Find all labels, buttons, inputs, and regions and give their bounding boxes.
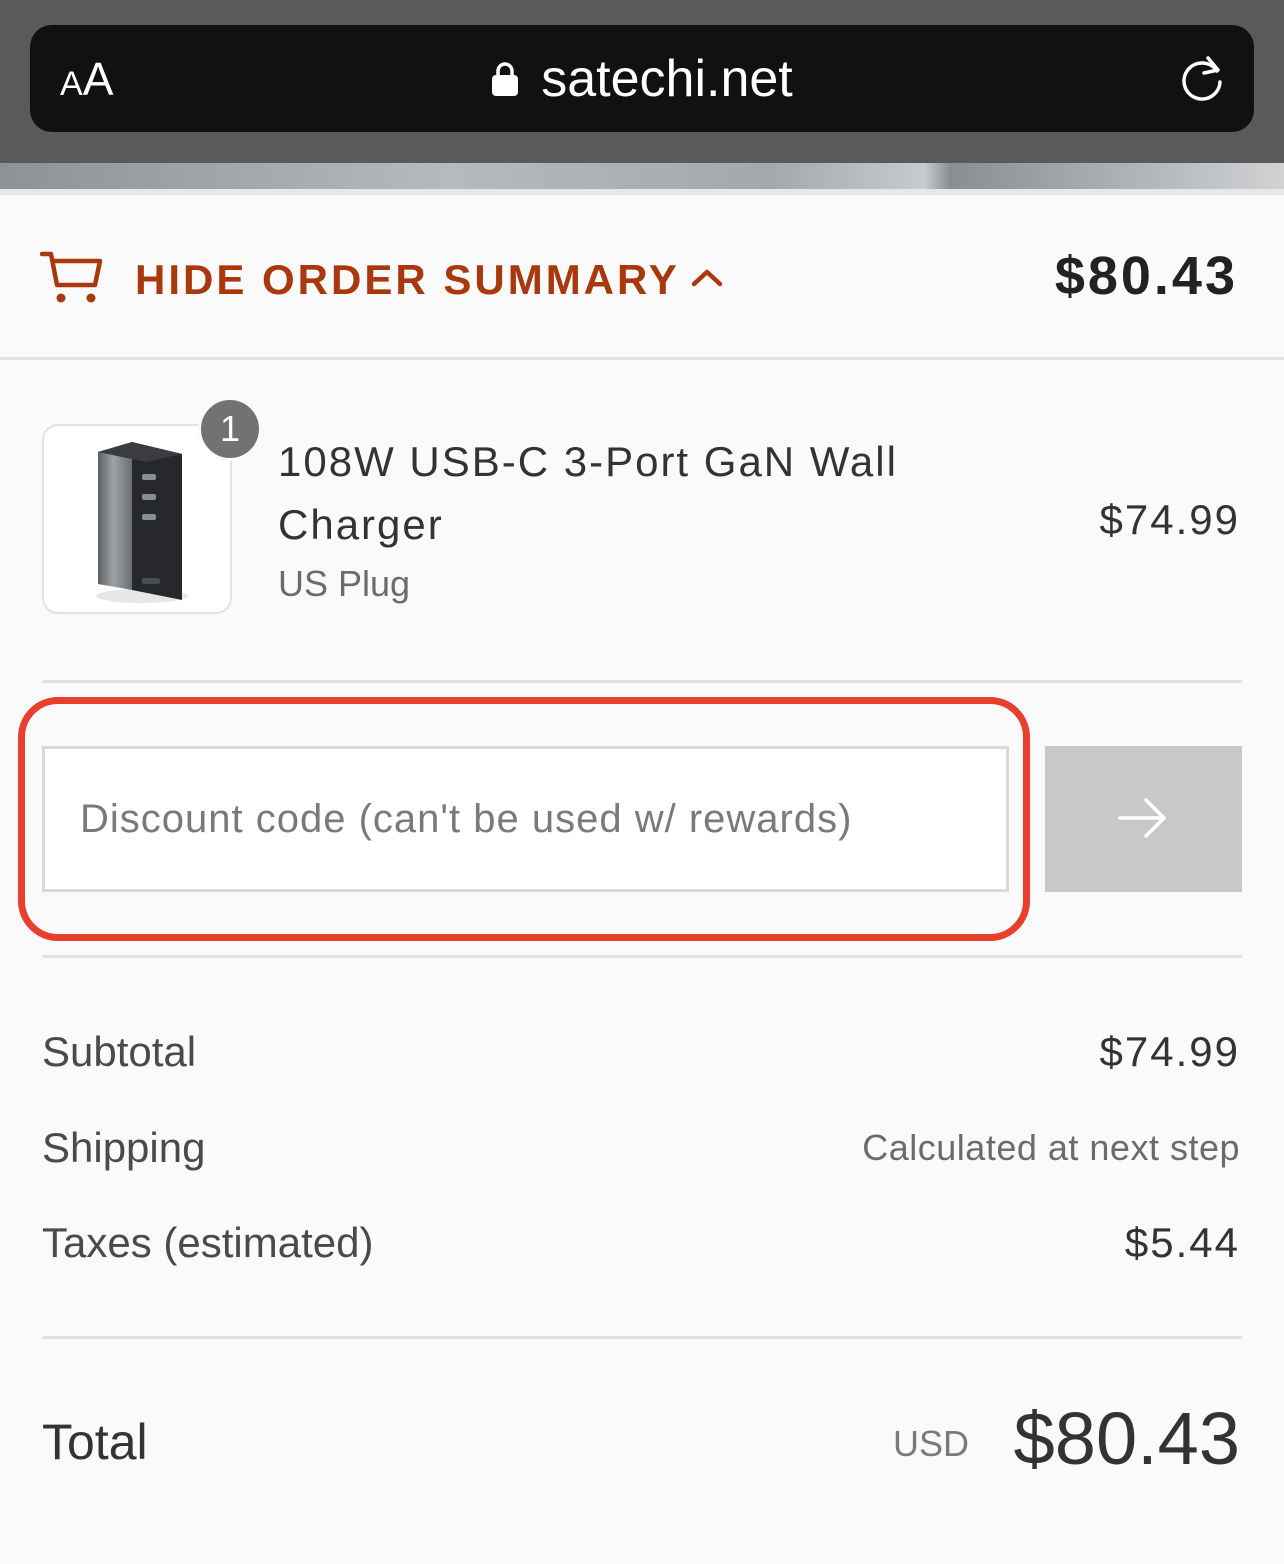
address-bar[interactable]: AA satechi.net (30, 25, 1254, 132)
subtotal-label: Subtotal (42, 1028, 197, 1075)
order-summary-toggle[interactable]: HIDE ORDER SUMMARY $80.43 (0, 195, 1284, 360)
product-price: $74.99 (1099, 496, 1240, 543)
taxes-value: $5.44 (1124, 1219, 1240, 1266)
total-amount: $80.43 (1013, 1397, 1240, 1480)
product-variant: US Plug (278, 563, 411, 604)
total-currency: USD (893, 1423, 970, 1464)
browser-toolbar: AA satechi.net (0, 0, 1284, 163)
order-summary-total: $80.43 (1054, 246, 1238, 306)
shipping-value: Calculated at next step (862, 1127, 1240, 1168)
reload-icon[interactable] (1176, 52, 1228, 104)
cart-icon (40, 251, 103, 303)
divider (42, 955, 1242, 958)
apply-discount-button[interactable] (1045, 746, 1242, 892)
url-text: satechi.net (541, 50, 793, 108)
url-display[interactable]: satechi.net (30, 47, 1254, 111)
arrow-right-icon (1118, 798, 1166, 838)
product-name: 108W USB-C 3-Port GaN Wall Charger (278, 438, 898, 548)
divider (42, 1336, 1242, 1339)
discount-code-input[interactable] (42, 746, 1009, 892)
taxes-label: Taxes (estimated) (42, 1219, 374, 1266)
total-label: Total (42, 1414, 148, 1470)
subtotal-value: $74.99 (1099, 1028, 1240, 1075)
divider (42, 680, 1242, 683)
chevron-up-icon (691, 269, 723, 287)
order-summary-toggle-label: HIDE ORDER SUMMARY (135, 256, 680, 303)
lock-icon (492, 62, 519, 96)
product-thumbnail (42, 424, 232, 614)
shipping-label: Shipping (42, 1124, 206, 1171)
product-image (96, 442, 188, 603)
quantity-badge: 1 (198, 397, 262, 461)
